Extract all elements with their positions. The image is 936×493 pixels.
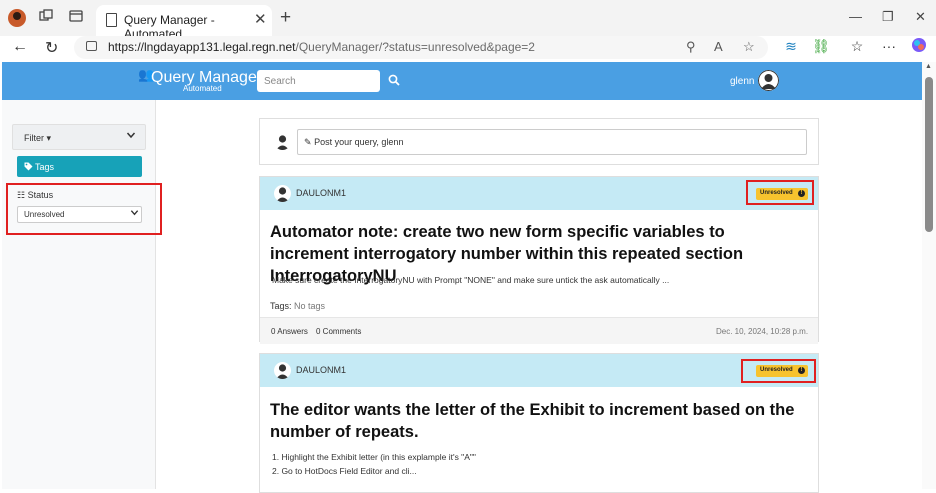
lock-icon xyxy=(86,41,97,51)
close-window-icon[interactable]: ✕ xyxy=(915,9,926,25)
username[interactable]: glenn xyxy=(730,76,754,87)
highlight-box-status xyxy=(6,183,162,235)
document-icon xyxy=(106,13,117,27)
chevron-down-icon xyxy=(126,130,136,143)
more-menu-icon[interactable]: ··· xyxy=(880,37,898,55)
browser-tab-bar: Query Manager - Automated ✕ + — ❐ ✕ xyxy=(0,0,936,41)
tags-button[interactable]: Tags xyxy=(17,156,142,177)
restore-icon[interactable]: ❐ xyxy=(882,9,894,25)
tab-close-icon[interactable]: ✕ xyxy=(254,10,267,28)
refresh-icon[interactable]: ↻ xyxy=(45,38,58,58)
scrollbar-thumb[interactable] xyxy=(925,77,933,232)
back-icon[interactable]: ← xyxy=(12,38,28,56)
new-tab-icon[interactable]: + xyxy=(280,8,291,27)
url-text[interactable]: https://lngdayapp131.legal.regn.net/Quer… xyxy=(108,40,535,54)
zoom-icon[interactable]: ⚲ xyxy=(686,39,696,55)
minimize-icon[interactable]: — xyxy=(849,9,862,24)
query-author[interactable]: DAULONM1 xyxy=(296,188,346,198)
comments-count[interactable]: 0 Comments xyxy=(316,327,361,336)
scroll-up-icon[interactable]: ▲ xyxy=(925,63,932,70)
query-card-header: DAULONM1 Unresolved ! xyxy=(260,177,818,210)
search-input[interactable] xyxy=(257,70,380,92)
read-aloud-icon[interactable]: A xyxy=(714,39,723,54)
tag-icon xyxy=(24,162,33,173)
query-excerpt-line: 2. Go to HotDocs Field Editor and cli... xyxy=(272,466,417,476)
author-avatar-icon xyxy=(274,362,291,379)
brand-subtitle: Automated xyxy=(183,84,222,93)
query-tags: Tags: No tags xyxy=(270,301,326,311)
filter-label: Filter ▾ xyxy=(24,133,52,143)
search-icon[interactable] xyxy=(388,73,402,87)
highlight-box-badge xyxy=(746,180,814,205)
query-excerpt: Make sure create the InterrogatoryNU wit… xyxy=(272,275,670,285)
query-card-footer: 0 Answers 0 Comments Dec. 10, 2024, 10:2… xyxy=(260,317,818,344)
copilot-icon[interactable] xyxy=(910,37,928,55)
tags-button-label: Tags xyxy=(35,162,55,172)
filter-toggle[interactable]: Filter ▾ xyxy=(12,124,146,150)
query-date: Dec. 10, 2024, 10:28 p.m. xyxy=(716,327,809,336)
edit-icon: ✎ xyxy=(304,137,312,147)
query-title[interactable]: The editor wants the letter of the Exhib… xyxy=(270,399,800,443)
post-query-input[interactable]: ✎ Post your query, glenn xyxy=(297,129,807,155)
address-bar[interactable]: https://lngdayapp131.legal.regn.net/Quer… xyxy=(74,36,768,59)
post-query-box: ✎ Post your query, glenn xyxy=(259,118,819,165)
favorites-icon[interactable]: ☆ xyxy=(848,37,866,55)
query-card[interactable]: DAULONM1 Unresolved ! The editor wants t… xyxy=(259,353,819,493)
query-author[interactable]: DAULONM1 xyxy=(296,365,346,375)
link-extension-icon[interactable]: ⛓ xyxy=(812,37,830,55)
extension-icon[interactable]: ≋ xyxy=(782,37,800,55)
query-card[interactable]: DAULONM1 Unresolved ! Automator note: cr… xyxy=(259,176,819,344)
answers-count[interactable]: 0 Answers xyxy=(271,327,308,336)
query-card-header: DAULONM1 Unresolved ! xyxy=(260,354,818,387)
highlight-box-badge xyxy=(741,359,816,383)
profile-avatar[interactable] xyxy=(8,9,26,27)
favorite-star-icon[interactable]: ☆ xyxy=(743,39,755,55)
tab-actions-icon[interactable] xyxy=(68,9,84,25)
user-avatar-icon[interactable] xyxy=(758,70,779,91)
workspaces-icon[interactable] xyxy=(38,9,54,25)
query-excerpt-line: 1. Highlight the Exhibit letter (in this… xyxy=(272,452,476,462)
author-avatar-icon xyxy=(274,185,291,202)
post-query-prompt: ✎ Post your query, glenn xyxy=(304,137,404,147)
address-row: ← ↻ https://lngdayapp131.legal.regn.net/… xyxy=(0,36,936,60)
user-avatar-icon xyxy=(274,133,291,150)
app-header: 👥 Query Manager Automated glenn xyxy=(2,62,922,100)
tab-active[interactable]: Query Manager - Automated ✕ xyxy=(96,5,272,41)
